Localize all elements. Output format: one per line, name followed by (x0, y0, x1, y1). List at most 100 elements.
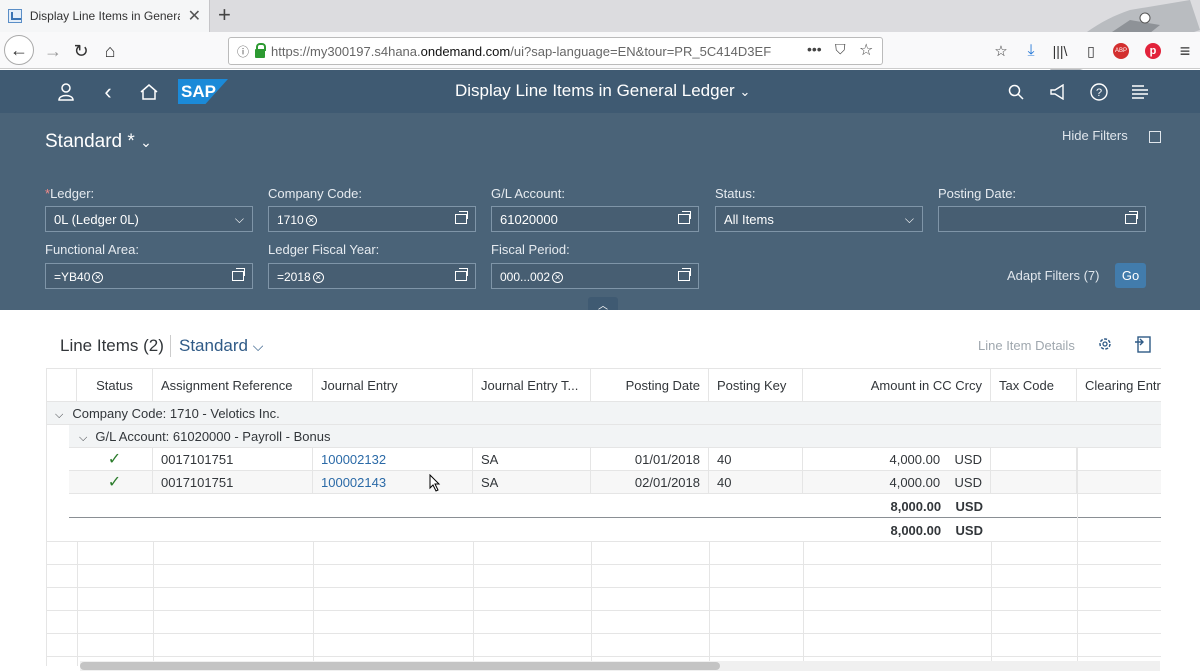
app-favicon-icon (8, 9, 22, 23)
reload-icon[interactable]: ↻ (68, 38, 94, 64)
line-item-details-button[interactable]: Line Item Details (978, 338, 1075, 353)
column-header-clearing-entry[interactable]: Clearing Entry (1077, 369, 1161, 402)
download-icon[interactable]: ⤓ (1018, 38, 1044, 64)
copilot-icon[interactable] (1128, 80, 1152, 104)
column-header-status[interactable]: Status (77, 369, 153, 402)
scrollbar-thumb[interactable] (80, 662, 720, 670)
value-help-icon[interactable] (678, 211, 691, 224)
home-nav-icon[interactable] (137, 80, 161, 104)
journal-entry-link[interactable]: 100002132 (313, 448, 473, 471)
table-variant-selector[interactable]: Standard ⌵ (179, 336, 263, 356)
empty-row (47, 611, 1161, 634)
table-row[interactable]: ✓ 0017101751 100002143 SA 02/01/2018 40 … (69, 471, 1161, 494)
more-icon[interactable]: ••• (807, 41, 822, 57)
pocket-icon[interactable]: ⛉ (835, 41, 846, 58)
browser-tab-bar: Display Line Items in General Ledger ✕ + (0, 0, 1200, 70)
grid-line (991, 542, 992, 666)
ledger-select[interactable]: 0L (Ledger 0L) ⌵ (45, 206, 253, 232)
browser-toolbar: ← → ↻ ⌂ ⓘ https://my300197.s4hana.ondema… (0, 32, 1200, 69)
chevron-down-icon[interactable]: ⌵ (55, 409, 63, 421)
functional-area-token[interactable]: =YB40 ✕ (54, 270, 104, 284)
hide-filters-button[interactable]: Hide Filters (1062, 128, 1162, 143)
notifications-icon[interactable] (1046, 80, 1070, 104)
value-help-icon[interactable] (232, 268, 245, 281)
company-code-token[interactable]: 1710 ✕ (277, 213, 317, 227)
fiscal-year-field[interactable]: =2018 ✕ (268, 263, 476, 289)
grid-line (1077, 448, 1078, 666)
value-help-icon[interactable] (455, 211, 468, 224)
value-help-icon[interactable] (455, 268, 468, 281)
browser-tab[interactable]: Display Line Items in General Ledger ✕ (0, 0, 210, 32)
cell-posting-key: 40 (709, 448, 803, 471)
value-help-icon[interactable] (1125, 211, 1138, 224)
column-header-journal-entry[interactable]: Journal Entry (313, 369, 473, 402)
bookmark-star-icon[interactable]: ☆ (859, 40, 873, 60)
remove-token-icon[interactable]: ✕ (312, 271, 324, 283)
help-icon[interactable]: ? (1087, 80, 1111, 104)
fiscal-period-field[interactable]: 000...002 ✕ (491, 263, 699, 289)
remove-token-icon[interactable]: ✕ (305, 214, 317, 226)
user-icon[interactable] (54, 80, 78, 104)
chevron-down-icon: ⌵ (234, 211, 244, 226)
column-header-assignment[interactable]: Assignment Reference (153, 369, 313, 402)
bookmark-manager-icon[interactable]: ☆ (988, 38, 1014, 64)
functional-area-field[interactable]: =YB40 ✕ (45, 263, 253, 289)
empty-row (47, 634, 1161, 657)
chevron-down-icon[interactable]: ⌵ (79, 432, 87, 444)
close-tab-icon[interactable]: ✕ (188, 6, 201, 26)
subtotal-row: 8,000.00 USD (69, 495, 1161, 518)
menu-icon[interactable]: ≡ (1172, 38, 1198, 64)
journal-entry-link[interactable]: 100002143 (313, 471, 473, 494)
cell-amount: 4,000.00 USD (803, 471, 991, 494)
collapse-header-icon[interactable]: ︿ (588, 297, 618, 312)
status-select[interactable]: All Items ⌵ (715, 206, 923, 232)
grid-line (591, 542, 592, 666)
back-icon[interactable]: ← (4, 35, 34, 65)
variant-selector[interactable]: Standard * ⌄ (45, 131, 152, 153)
column-header-tax-code[interactable]: Tax Code (991, 369, 1077, 402)
fiscal-year-token[interactable]: =2018 ✕ (277, 270, 324, 284)
column-header-amount[interactable]: Amount in CC Crcy (803, 369, 991, 402)
table-row[interactable]: ✓ 0017101751 100002132 SA 01/01/2018 40 … (69, 448, 1161, 471)
search-icon[interactable] (1004, 80, 1028, 104)
remove-token-icon[interactable]: ✕ (92, 271, 104, 283)
grid-line (153, 542, 154, 666)
export-icon[interactable] (1134, 336, 1152, 356)
url-text[interactable]: https://my300197.s4hana.ondemand.com/ui?… (271, 44, 771, 59)
group-row-gl-account[interactable]: ⌵ G/L Account: 61020000 - Payroll - Bonus (69, 425, 1161, 448)
back-nav-icon[interactable]: ‹ (96, 79, 120, 104)
app-title[interactable]: Display Line Items in General Ledger ⌄ (455, 81, 750, 101)
adapt-filters-button[interactable]: Adapt Filters (7) (1007, 268, 1099, 283)
forward-icon[interactable]: → (40, 38, 66, 64)
value-help-icon[interactable] (678, 268, 691, 281)
gl-account-field[interactable]: 61020000 (491, 206, 699, 232)
company-code-field[interactable]: 1710 ✕ (268, 206, 476, 232)
column-header-je-type[interactable]: Journal Entry T... (473, 369, 591, 402)
remove-token-icon[interactable]: ✕ (552, 271, 564, 283)
settings-icon[interactable] (1097, 336, 1113, 355)
column-header-posting-key[interactable]: Posting Key (709, 369, 803, 402)
horizontal-scrollbar[interactable] (80, 661, 1160, 671)
posting-date-field[interactable] (938, 206, 1146, 232)
sap-logo[interactable]: SAP (178, 79, 228, 104)
go-button[interactable]: Go (1115, 263, 1146, 288)
column-header-posting-date[interactable]: Posting Date (591, 369, 709, 402)
fiscal-period-token[interactable]: 000...002 ✕ (500, 270, 564, 284)
home-icon[interactable]: ⌂ (97, 38, 123, 64)
sidebar-icon[interactable]: ▯ (1078, 38, 1104, 64)
fiscal-year-label: Ledger Fiscal Year: (268, 242, 380, 257)
group-row-company[interactable]: ⌵ Company Code: 1710 - Velotics Inc. (47, 402, 1161, 425)
mouse-cursor-icon (429, 473, 441, 495)
grid-line (313, 542, 314, 666)
info-icon[interactable]: ⓘ (237, 43, 249, 60)
pinterest-icon[interactable]: p (1140, 38, 1166, 64)
new-tab-icon[interactable]: + (218, 4, 231, 26)
total-row: 8,000.00 USD (47, 519, 1161, 542)
share-icon[interactable] (1149, 130, 1162, 143)
adblock-icon[interactable]: ABP (1108, 38, 1134, 64)
library-icon[interactable]: |||\ (1047, 38, 1073, 64)
address-bar[interactable]: ⓘ https://my300197.s4hana.ondemand.com/u… (228, 37, 883, 65)
cell-posting-key: 40 (709, 471, 803, 494)
cell-assignment: 0017101751 (153, 448, 313, 471)
cell-posting-date: 02/01/2018 (591, 471, 709, 494)
